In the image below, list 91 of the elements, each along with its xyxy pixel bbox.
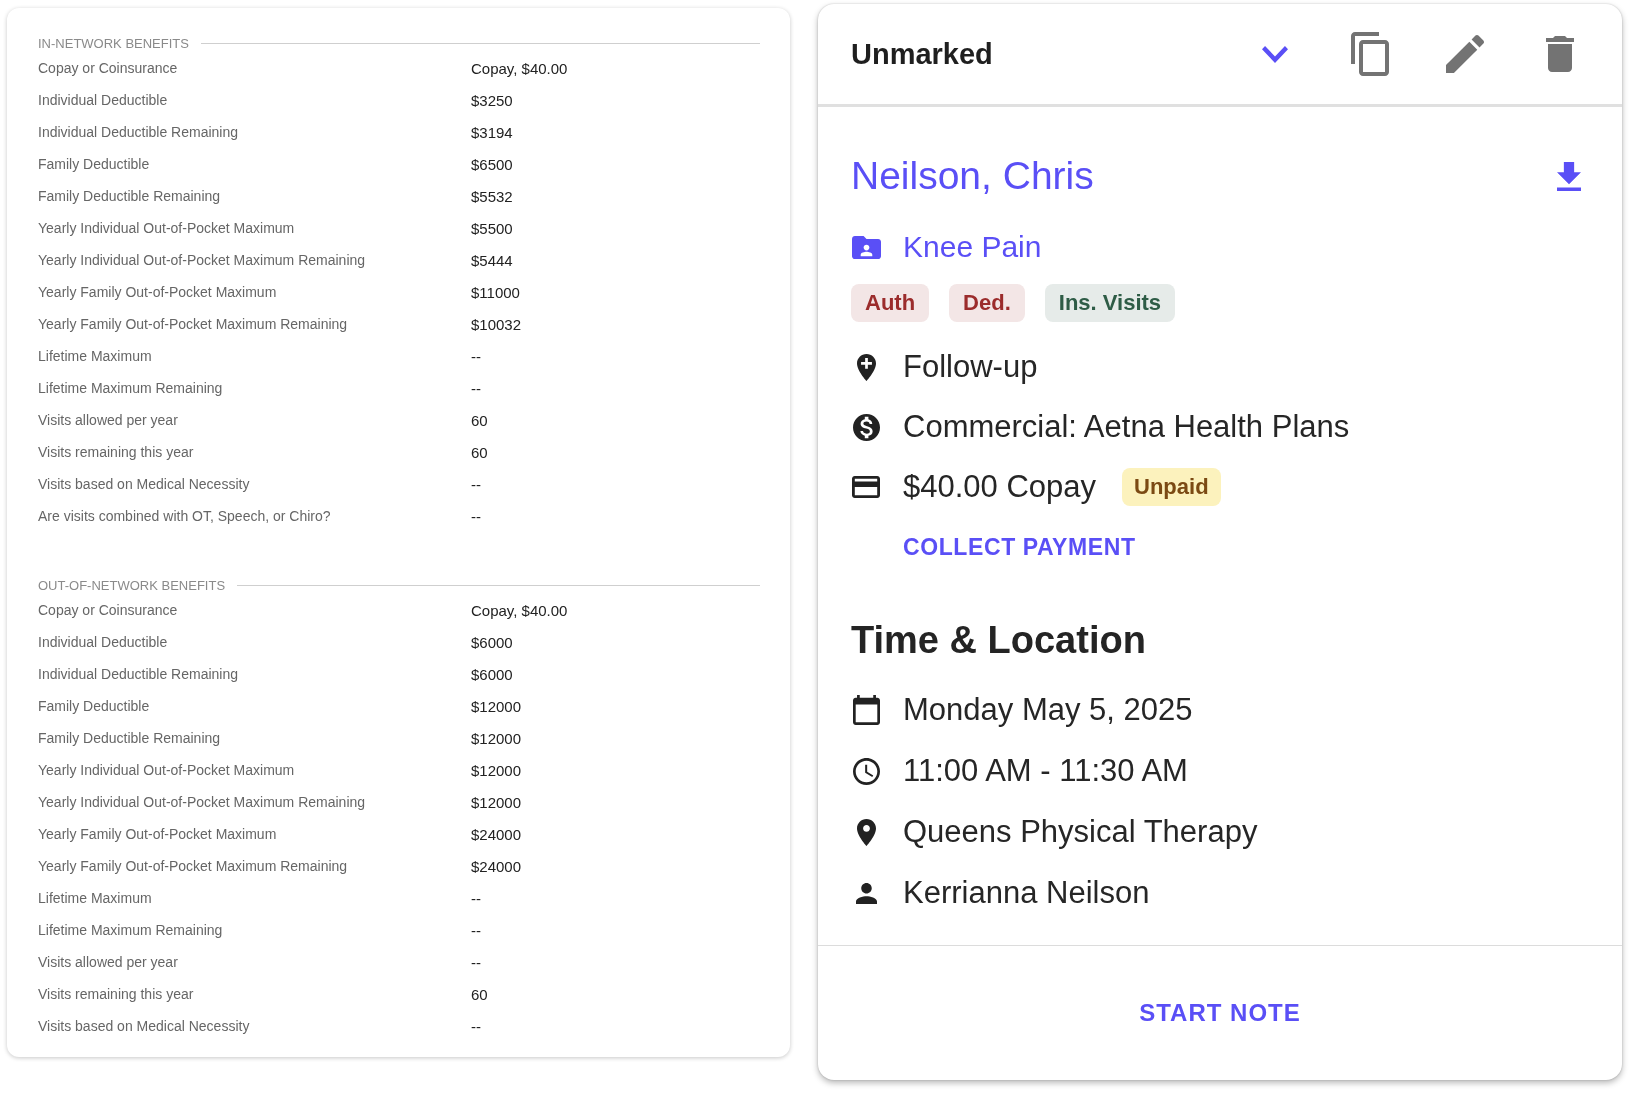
benefit-label: Visits allowed per year [38,412,179,428]
benefit-label: Yearly Individual Out-of-Pocket Maximum [38,762,296,778]
section-heading: Time & Location [851,617,1147,663]
copay-amount: $40.00 Copay [903,469,1097,505]
benefit-value: $12000 [471,793,523,811]
benefit-label: Visits allowed per year [38,954,179,970]
benefit-label: Yearly Family Out-of-Pocket Maximum [38,826,278,842]
benefit-value: $5444 [471,251,514,269]
insurance-name: Commercial: Aetna Health Plans [903,409,1350,445]
benefit-label: Lifetime Maximum Remaining [38,380,224,396]
benefit-tag: Auth [851,284,930,322]
benefit-tag: Ded. [949,284,1025,322]
section-title: IN-NETWORK BENEFITS [38,35,189,51]
folder-person-icon [851,235,881,259]
benefit-label: Visits based on Medical Necessity [38,1018,251,1034]
benefit-value: $11000 [471,283,521,301]
benefit-value: Copay, $40.00 [471,601,569,619]
credit-card-icon [852,476,880,498]
benefit-value: 60 [471,411,489,429]
download-button[interactable] [1554,159,1584,193]
appointment-time: 11:00 AM - 11:30 AM [903,753,1188,789]
benefit-value: 60 [471,985,489,1003]
chevron-down-icon [1262,45,1288,63]
collect-payment-button[interactable]: COLLECT PAYMENT [893,531,1146,563]
benefit-value: $6500 [471,155,514,173]
dollar-coin-icon [852,413,880,441]
provider-name: Kerrianna Neilson [903,875,1150,911]
benefit-label: Visits remaining this year [38,444,195,460]
benefit-value: $6000 [471,633,514,651]
benefit-label: Copay or Coinsurance [38,602,179,618]
benefit-label: Individual Deductible [38,634,169,650]
calendar-icon [852,695,880,725]
benefit-label: Individual Deductible [38,92,169,108]
benefit-label: Family Deductible [38,698,151,714]
case-link[interactable]: Knee Pain [903,230,1042,264]
benefit-value: -- [471,379,482,397]
benefit-value: -- [471,507,482,525]
benefit-label: Visits based on Medical Necessity [38,476,251,492]
benefit-value: Copay, $40.00 [471,59,569,77]
benefit-label: Yearly Individual Out-of-Pocket Maximum Remaining [38,252,367,268]
benefit-value: $12000 [471,761,523,779]
benefit-label: Family Deductible Remaining [38,188,222,204]
benefit-label: Lifetime Maximum Remaining [38,922,224,938]
benefit-label: Yearly Family Out-of-Pocket Maximum Remaining [38,316,349,332]
benefit-value: -- [471,1017,482,1035]
payment-status-tag: Unpaid [1122,468,1221,506]
benefit-value: $6000 [471,665,514,683]
benefit-value: -- [471,921,482,939]
benefit-label: Yearly Family Out-of-Pocket Maximum [38,284,278,300]
benefit-value: -- [471,889,482,907]
benefit-label: Family Deductible Remaining [38,730,222,746]
benefit-value: -- [471,953,482,971]
benefit-label: Individual Deductible Remaining [38,124,239,140]
location-name: Queens Physical Therapy [903,814,1258,850]
start-note-button[interactable]: START NOTE [1127,991,1313,1035]
benefit-value: $24000 [471,857,523,875]
visit-type: Follow-up [903,349,1038,385]
pin-plus-icon [856,353,876,381]
location-pin-icon [856,818,876,846]
benefit-label: Copay or Coinsurance [38,60,179,76]
appointment-date: Monday May 5, 2025 [903,692,1193,728]
benefit-label: Yearly Family Out-of-Pocket Maximum Remaining [38,858,349,874]
section-title: OUT-OF-NETWORK BENEFITS [38,577,226,593]
benefit-label: Are visits combined with OT, Speech, or Chiro? [38,508,332,524]
benefit-value: $24000 [471,825,523,843]
benefit-value: $5532 [471,187,514,205]
pencil-icon [1446,35,1484,73]
benefit-label: Family Deductible [38,156,151,172]
benefit-value: -- [471,347,482,365]
person-icon [855,882,877,904]
benefit-label: Individual Deductible Remaining [38,666,239,682]
copy-icon [1351,32,1389,76]
benefit-value: $12000 [471,697,523,715]
benefit-label: Visits remaining this year [38,986,195,1002]
benefit-value: $3250 [471,91,514,109]
clock-icon [852,757,880,785]
download-icon [1557,161,1581,191]
benefit-value: 60 [471,443,489,461]
benefit-label: Yearly Individual Out-of-Pocket Maximum [38,220,296,236]
benefit-value: -- [471,475,482,493]
benefit-value: $10032 [471,315,523,333]
benefit-label: Lifetime Maximum [38,348,153,364]
status-label: Unmarked [851,37,994,71]
benefit-label: Yearly Individual Out-of-Pocket Maximum Remaining [38,794,367,810]
benefit-value: $3194 [471,123,514,141]
trash-icon [1546,36,1574,72]
benefit-value: $12000 [471,729,523,747]
benefit-tag: Ins. Visits [1044,284,1176,322]
benefit-value: $5500 [471,219,514,237]
patient-name-link[interactable]: Neilson, Chris [851,154,1094,198]
benefit-label: Lifetime Maximum [38,890,153,906]
